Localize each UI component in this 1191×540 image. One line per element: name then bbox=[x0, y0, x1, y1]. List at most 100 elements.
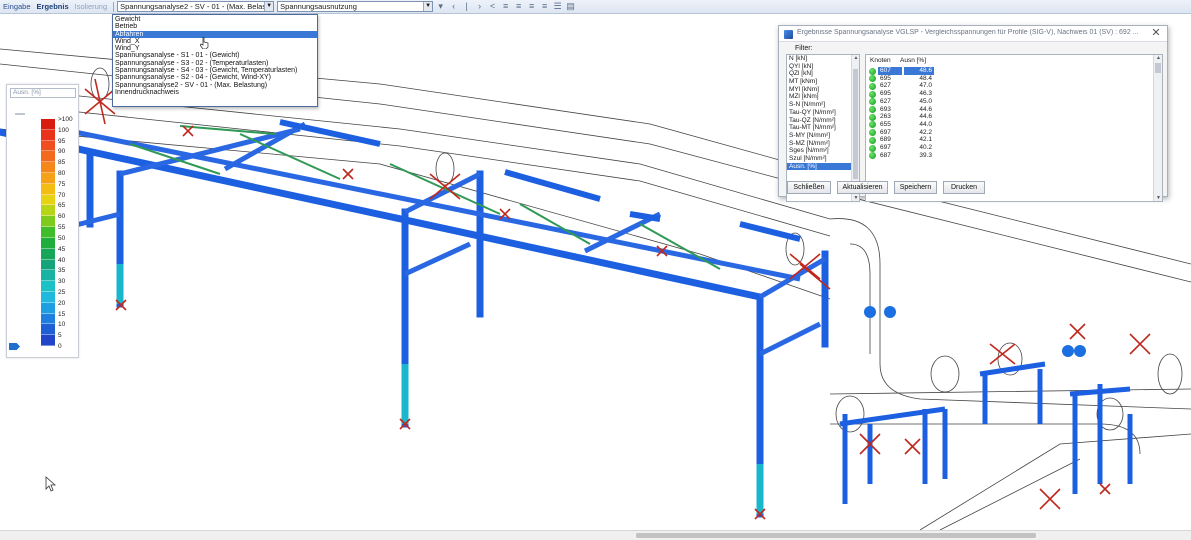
status-ok-icon bbox=[869, 136, 876, 144]
dropdown-item[interactable]: Spannungsanalyse2 - SV - 01 - (Max. Bela… bbox=[113, 82, 317, 89]
table-row[interactable]: 693 44.6 bbox=[866, 106, 1156, 114]
filter-item[interactable]: MZl [kNm] bbox=[787, 93, 859, 101]
dialog-titlebar[interactable]: Ergebnisse Spannungsanalyse VGLSP - Verg… bbox=[779, 26, 1167, 42]
table-row[interactable]: 655 44.0 bbox=[866, 121, 1156, 129]
legend-label: 65 bbox=[58, 202, 66, 210]
color-legend-panel: Ausn. [%] >100 100 95 90 85 80 75 70 65 60 55 50 45 4… bbox=[6, 84, 79, 358]
filter-item[interactable]: Ausn. [%] bbox=[787, 162, 859, 171]
filter-item[interactable]: Sges [N/mm²] bbox=[787, 147, 859, 155]
table-row[interactable]: 695 48.4 bbox=[866, 75, 1156, 83]
legend-label: 40 bbox=[58, 256, 66, 264]
dropdown-item[interactable]: Wind_X bbox=[113, 38, 317, 45]
node-cell: 607 bbox=[878, 67, 902, 75]
filter-item[interactable]: MYl [kNm] bbox=[787, 86, 859, 94]
tab-isolierung[interactable]: Isolierung bbox=[72, 1, 111, 13]
utilization-cell: 42.2 bbox=[919, 128, 932, 136]
table-icon[interactable]: ▤ bbox=[565, 1, 576, 12]
filter-list[interactable]: N [kN] QYl [kN] QZl [kN] MT [kNm] MYl [kNm] M… bbox=[786, 54, 860, 202]
legend-label: 0 bbox=[58, 343, 62, 350]
status-ok-icon bbox=[869, 152, 876, 160]
scroll-down-icon[interactable]: ▼ bbox=[1154, 195, 1163, 201]
scroll-thumb[interactable] bbox=[1155, 63, 1161, 73]
legend-swatch bbox=[41, 151, 55, 163]
value-filter-icon[interactable]: ▾ bbox=[435, 1, 446, 12]
col-header-util[interactable]: Ausn [%] bbox=[900, 57, 926, 64]
arrow-cursor-icon bbox=[45, 476, 57, 492]
filter-item[interactable]: QZl [kN] bbox=[787, 70, 859, 78]
print-button[interactable]: Drucken bbox=[943, 181, 985, 194]
utilization-cell: 44.0 bbox=[919, 120, 932, 128]
dropdown-item[interactable]: Spannungsanalyse - S1 - 01 - (Gewicht) bbox=[113, 52, 317, 59]
status-ok-icon bbox=[869, 75, 876, 83]
close-button[interactable]: Schließen bbox=[787, 181, 831, 194]
load-case-combo[interactable]: Spannungsanalyse2 - SV - 01 - (Max. Bela… bbox=[117, 1, 275, 12]
legend-pointer-icon[interactable] bbox=[9, 343, 20, 350]
legend-label: 10 bbox=[58, 321, 66, 329]
dropdown-item[interactable]: Spannungsanalyse - S3 - 02 - (Temperatur… bbox=[113, 60, 317, 67]
table-row[interactable]: 627 47.0 bbox=[866, 82, 1156, 90]
list-icon[interactable]: ☰ bbox=[552, 1, 563, 12]
table-row[interactable]: 263 44.6 bbox=[866, 113, 1156, 121]
align-justify-icon[interactable]: ≡ bbox=[539, 1, 550, 12]
dropdown-item[interactable]: Spannungsanalyse - S2 - 04 - (Gewicht, W… bbox=[113, 74, 317, 81]
dropdown-item[interactable]: Spannungsanalyse - S4 - 03 - (Gewicht, T… bbox=[113, 67, 317, 74]
align-right-icon[interactable]: ≡ bbox=[526, 1, 537, 12]
last-icon[interactable]: < bbox=[487, 1, 498, 12]
align-left-icon[interactable]: ≡ bbox=[500, 1, 511, 12]
filter-item[interactable]: S-N [N/mm²] bbox=[787, 101, 859, 109]
align-center-icon[interactable]: ≡ bbox=[513, 1, 524, 12]
filter-item[interactable]: Szul [N/mm²] bbox=[787, 155, 859, 163]
table-row[interactable]: 687 39.3 bbox=[866, 152, 1156, 160]
horizontal-scrollbar[interactable] bbox=[0, 530, 1191, 540]
chevron-down-icon[interactable]: ▼ bbox=[264, 2, 274, 11]
filter-scrollbar[interactable]: ▲ ▼ bbox=[851, 55, 859, 201]
status-ok-icon bbox=[869, 82, 876, 90]
close-icon[interactable]: ✕ bbox=[1150, 27, 1162, 40]
table-row[interactable]: 607 48.6 bbox=[866, 67, 1156, 75]
filter-item[interactable]: N [kN] bbox=[787, 55, 859, 63]
legend-label: 85 bbox=[58, 159, 66, 167]
table-row[interactable]: 627 45.0 bbox=[866, 98, 1156, 106]
table-row[interactable]: 697 42.2 bbox=[866, 129, 1156, 137]
scroll-thumb[interactable] bbox=[636, 533, 1036, 538]
dropdown-item[interactable]: Wind_Y bbox=[113, 45, 317, 52]
save-button[interactable]: Speichern bbox=[894, 181, 937, 194]
filter-item[interactable]: Tau-QZ [N/mm²] bbox=[787, 117, 859, 125]
table-row[interactable]: 697 40.2 bbox=[866, 144, 1156, 152]
legend-label: 30 bbox=[58, 278, 66, 286]
col-header-node[interactable]: Knoten bbox=[870, 57, 891, 64]
next-icon[interactable]: › bbox=[474, 1, 485, 12]
filter-item[interactable]: MT [kNm] bbox=[787, 78, 859, 86]
dropdown-item[interactable]: Innendrucknachweis bbox=[113, 89, 317, 96]
legend-swatch bbox=[41, 227, 55, 238]
chevron-down-icon[interactable]: ▼ bbox=[423, 2, 433, 11]
filter-item[interactable]: Tau-MT [N/mm²] bbox=[787, 124, 859, 132]
dropdown-item[interactable]: Abfahren bbox=[113, 30, 317, 38]
first-icon[interactable]: | bbox=[461, 1, 472, 12]
scroll-thumb[interactable] bbox=[853, 69, 858, 179]
scroll-up-icon[interactable]: ▲ bbox=[852, 55, 859, 61]
node-cell: 627 bbox=[880, 97, 891, 105]
legend-swatch bbox=[41, 129, 55, 141]
legend-label: 75 bbox=[58, 180, 66, 188]
refresh-button[interactable]: Aktualisieren bbox=[837, 181, 888, 194]
filter-item[interactable]: S-MY [N/mm²] bbox=[787, 132, 859, 140]
result-type-combo[interactable]: Spannungsausnutzung ▼ bbox=[277, 1, 434, 12]
tab-ergebnis[interactable]: Ergebnis bbox=[34, 1, 72, 13]
dropdown-item[interactable]: Betrieb bbox=[113, 23, 317, 30]
scroll-down-icon[interactable]: ▼ bbox=[852, 195, 859, 201]
table-row[interactable]: 689 42.1 bbox=[866, 136, 1156, 144]
node-cell: 695 bbox=[880, 90, 891, 98]
dropdown-item[interactable]: Gewicht bbox=[113, 16, 317, 23]
results-table[interactable]: Knoten Ausn [%] 607 48.6 695 48.4 627 47.0 695… bbox=[865, 54, 1163, 202]
filter-item[interactable]: Tau-QY [N/mm²] bbox=[787, 109, 859, 117]
table-row[interactable]: 695 46.3 bbox=[866, 90, 1156, 98]
previous-icon[interactable]: ‹ bbox=[448, 1, 459, 12]
node-cell: 693 bbox=[880, 105, 891, 113]
tab-eingabe[interactable]: Eingabe bbox=[0, 1, 34, 13]
load-case-dropdown-list[interactable]: Gewicht Betrieb Abfahren Wind_X Wind_Y Spannu… bbox=[112, 14, 318, 107]
scroll-up-icon[interactable]: ▲ bbox=[1154, 55, 1163, 61]
table-scrollbar[interactable]: ▲ ▼ bbox=[1153, 55, 1162, 201]
filter-item[interactable]: QYl [kN] bbox=[787, 63, 859, 71]
filter-item[interactable]: S-MZ [N/mm²] bbox=[787, 140, 859, 148]
